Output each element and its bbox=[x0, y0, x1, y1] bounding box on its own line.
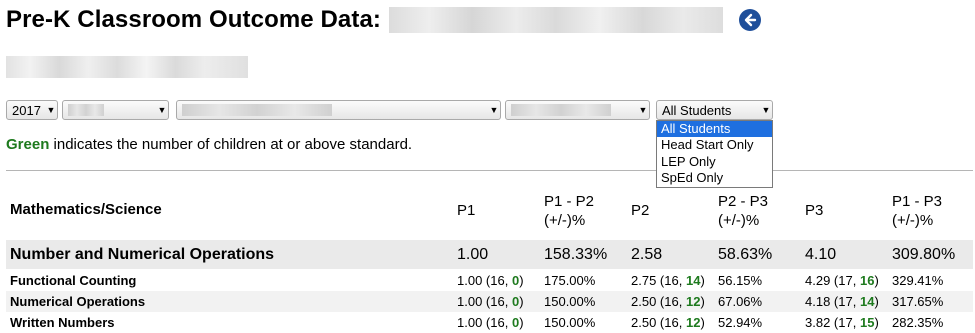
group-row-p2: 2.58 bbox=[631, 246, 663, 263]
option-head-start-only[interactable]: Head Start Only bbox=[657, 137, 772, 153]
chevron-down-icon: ▼ bbox=[638, 105, 648, 115]
chevron-down-icon: ▼ bbox=[761, 105, 771, 115]
school-select[interactable]: ▼ bbox=[62, 100, 169, 120]
table-row-p2: 2.75 (16, 14) bbox=[631, 273, 705, 288]
table-row-p2: 2.50 (16, 12) bbox=[631, 294, 705, 309]
arrow-left-icon bbox=[744, 13, 757, 27]
back-button[interactable] bbox=[739, 9, 761, 31]
table-row-p2-p3: 67.06% bbox=[718, 294, 763, 309]
table-row-p1-p3: 282.35% bbox=[892, 315, 944, 330]
chevron-down-icon: ▼ bbox=[46, 105, 56, 115]
group-row-p1: 1.00 bbox=[457, 246, 489, 263]
table-row-p3: 4.29 (17, 16) bbox=[805, 273, 879, 288]
chevron-down-icon: ▼ bbox=[489, 105, 499, 115]
student-filter-select[interactable]: All Students ▼ bbox=[656, 100, 773, 120]
table-row-p2-p3: 56.15% bbox=[718, 273, 763, 288]
table-row-p1-p2: 150.00% bbox=[544, 294, 596, 309]
column-header-p1: P1 bbox=[457, 202, 476, 219]
legend-note-highlight: Green bbox=[6, 136, 50, 153]
group-row-p1-p3: 309.80% bbox=[892, 246, 956, 263]
table-row-p1: 1.00 (16, 0) bbox=[457, 315, 524, 330]
group-row-p3: 4.10 bbox=[805, 246, 837, 263]
column-header-p2-p3: P2 - P3 (+/-)% bbox=[718, 193, 769, 229]
category-heading: Mathematics/Science bbox=[10, 201, 162, 218]
chevron-down-icon: ▼ bbox=[157, 105, 167, 115]
option-sped-only[interactable]: SpEd Only bbox=[657, 170, 772, 186]
student-filter-dropdown: All Students Head Start Only LEP Only Sp… bbox=[656, 120, 773, 188]
table-row-p1: 1.00 (16, 0) bbox=[457, 273, 524, 288]
option-lep-only[interactable]: LEP Only bbox=[657, 154, 772, 170]
group-row-p1-p2: 158.33% bbox=[544, 246, 608, 263]
group-row-label: Number and Numerical Operations bbox=[10, 246, 275, 263]
group-row-p2-p3: 58.63% bbox=[718, 246, 773, 263]
table-row-p2: 2.50 (16, 12) bbox=[631, 315, 705, 330]
table-row-label: Numerical Operations bbox=[10, 294, 146, 309]
year-select[interactable]: 2017 ▼ bbox=[6, 100, 58, 120]
column-header-p3: P3 bbox=[805, 202, 824, 219]
table-row-p1-p3: 317.65% bbox=[892, 294, 944, 309]
table-row-label: Written Numbers bbox=[10, 315, 115, 330]
redacted-value bbox=[511, 104, 611, 116]
student-filter-value: All Students bbox=[662, 102, 732, 118]
table-row-p1-p3: 329.41% bbox=[892, 273, 944, 288]
table-row-p1: 1.00 (16, 0) bbox=[457, 294, 524, 309]
table-row-p1-p2: 175.00% bbox=[544, 273, 596, 288]
classroom-select[interactable]: ▼ bbox=[176, 100, 501, 120]
redacted-classroom-name bbox=[389, 7, 723, 33]
teacher-select[interactable]: ▼ bbox=[505, 100, 650, 120]
year-select-value: 2017 bbox=[12, 102, 41, 118]
column-header-p1-p3: P1 - P3 (+/-)% bbox=[892, 193, 943, 229]
legend-note-text: indicates the number of children at or a… bbox=[49, 136, 413, 153]
table-row-p3: 4.18 (17, 14) bbox=[805, 294, 879, 309]
divider bbox=[6, 170, 973, 171]
redacted-value bbox=[182, 104, 332, 116]
table-row-p2-p3: 52.94% bbox=[718, 315, 763, 330]
table-row-p1-p2: 150.00% bbox=[544, 315, 596, 330]
redacted-subtitle bbox=[6, 56, 248, 78]
legend-note: Green indicates the number of children a… bbox=[6, 136, 412, 153]
title-row: Pre-K Classroom Outcome Data: bbox=[6, 4, 761, 36]
column-header-p2: P2 bbox=[631, 202, 650, 219]
column-header-p1-p2: P1 - P2 (+/-)% bbox=[544, 193, 595, 229]
redacted-value bbox=[68, 104, 104, 116]
table-row-p3: 3.82 (17, 15) bbox=[805, 315, 879, 330]
table-row-label: Functional Counting bbox=[10, 273, 137, 288]
page-title: Pre-K Classroom Outcome Data: bbox=[6, 6, 381, 33]
option-all-students[interactable]: All Students bbox=[657, 121, 772, 138]
